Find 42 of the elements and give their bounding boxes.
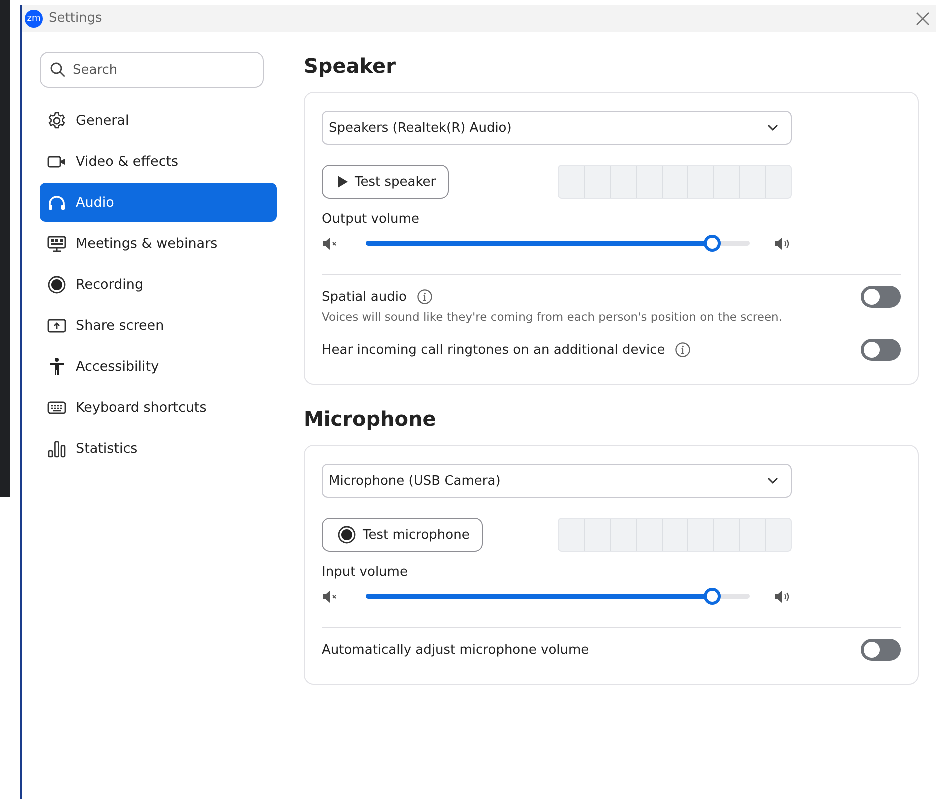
device-dropdown[interactable]: Microphone (USB Camera): [322, 464, 792, 498]
speaker-icon: [774, 236, 792, 250]
info-icon[interactable]: [416, 289, 433, 305]
play-icon: [337, 175, 349, 189]
search-icon: [50, 62, 66, 78]
sidebar-item[interactable]: General: [40, 101, 277, 140]
sidebar-item[interactable]: Meetings & webinars: [40, 224, 277, 263]
window-title: Settings: [49, 11, 104, 26]
monitor-icon: [47, 234, 67, 254]
sidebar-item[interactable]: Video & effects: [40, 142, 277, 181]
speaker-icon: [774, 590, 792, 604]
app-logo: zm: [25, 10, 43, 28]
toggle-switch[interactable]: [861, 639, 901, 661]
sidebar-item[interactable]: Recording: [40, 265, 277, 304]
toggle-switch[interactable]: [861, 286, 901, 308]
sidebar-item[interactable]: Accessibility: [40, 347, 277, 386]
record-icon: [337, 525, 357, 545]
info-icon[interactable]: [675, 342, 692, 358]
volume-label: Input volume: [322, 565, 409, 580]
sidebar-item[interactable]: Audio: [40, 183, 277, 222]
sidebar-item[interactable]: Keyboard shortcuts: [40, 388, 277, 427]
setting-description: Voices will sound like they're coming from each person's position on the screen.: [322, 310, 783, 324]
setting-label: Spatial audio: [322, 290, 407, 304]
toggle-switch[interactable]: [861, 339, 901, 361]
setting-label: Hear incoming call ringtones on an additional device: [322, 342, 666, 358]
close-icon[interactable]: [916, 12, 930, 26]
person-icon: [47, 356, 67, 376]
gear-icon: [47, 110, 67, 130]
bar-chart-icon: [47, 438, 67, 458]
search-field[interactable]: Search: [40, 52, 264, 88]
setting-label: Automatically adjust microphone volume: [322, 642, 590, 658]
test-button[interactable]: Test speaker: [322, 165, 450, 199]
sidebar-item[interactable]: Share screen: [40, 306, 277, 345]
volume-label: Output volume: [322, 212, 420, 227]
record-icon: [47, 274, 67, 294]
test-button[interactable]: Test microphone: [322, 518, 483, 552]
section-heading: Microphone: [304, 407, 438, 431]
section-heading: Speaker: [304, 54, 397, 78]
chevron-down-icon: [767, 124, 779, 132]
device-dropdown[interactable]: Speakers (Realtek(R) Audio): [322, 111, 792, 145]
chevron-down-icon: [767, 477, 779, 485]
sidebar-item[interactable]: Statistics: [40, 429, 277, 468]
